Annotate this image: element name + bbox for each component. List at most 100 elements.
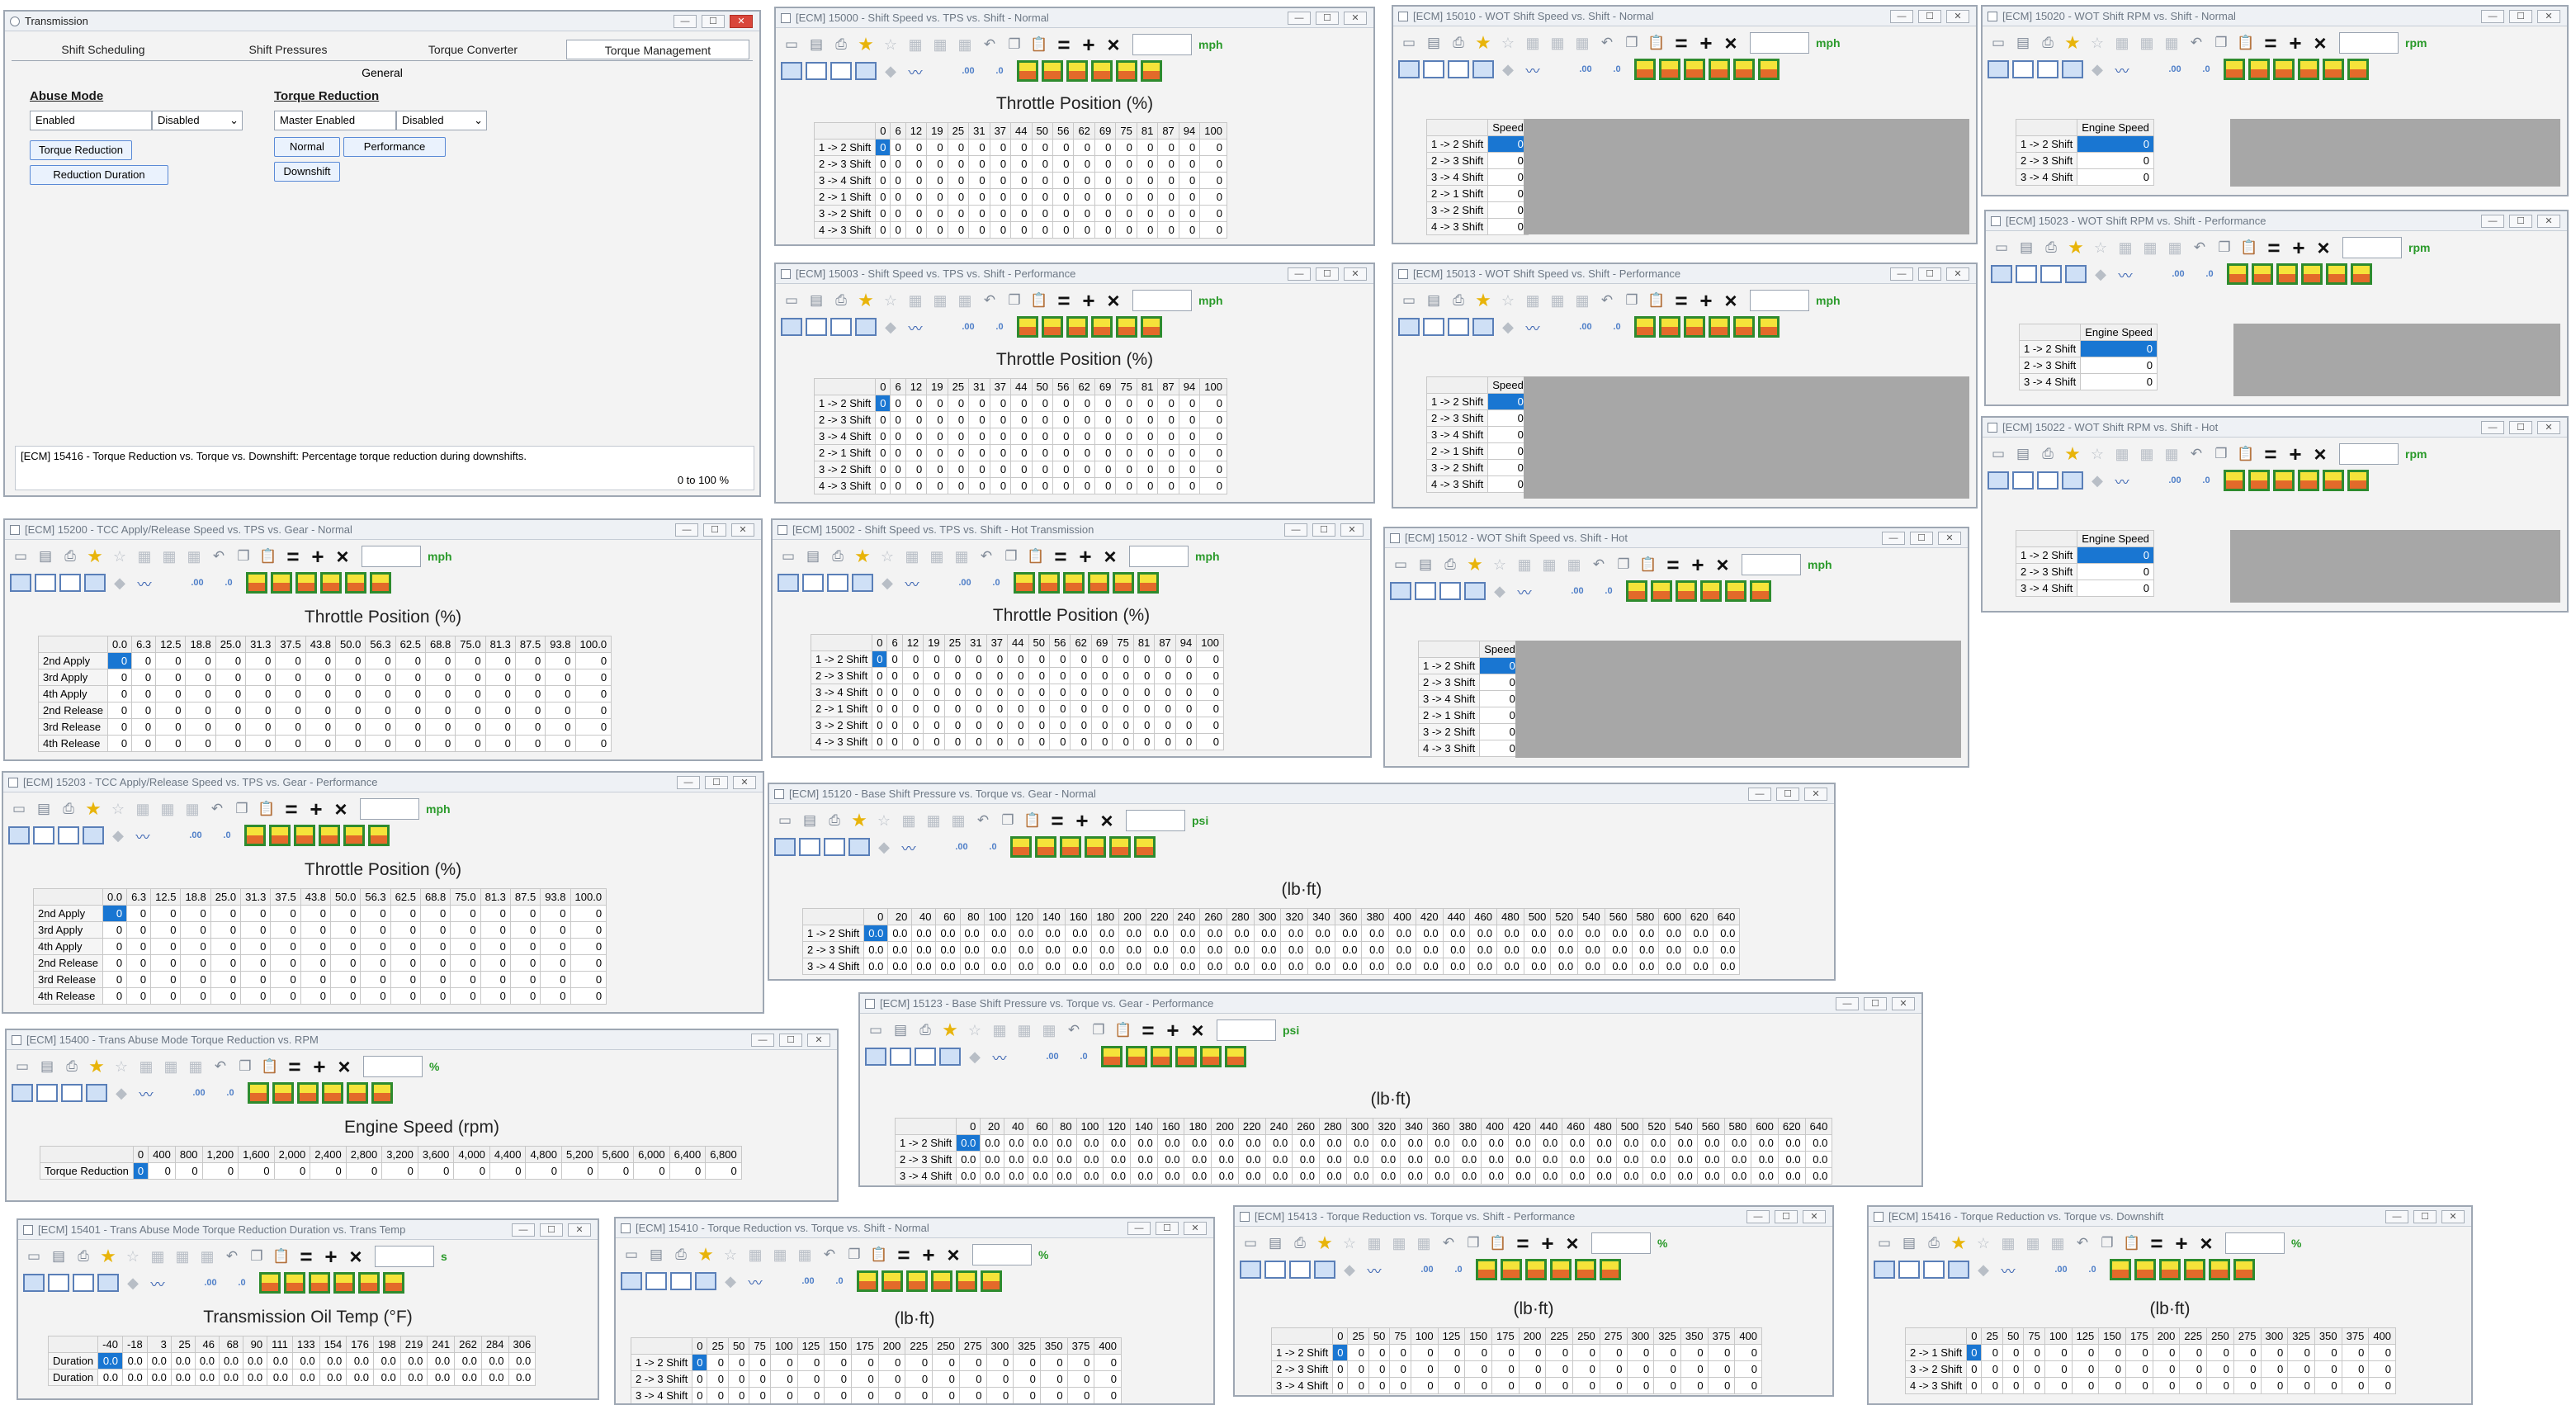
value-input[interactable] — [363, 1056, 423, 1077]
data-cell[interactable]: 0 — [1136, 139, 1159, 156]
data-cell[interactable]: 0 — [901, 717, 924, 734]
data-cell[interactable]: 0 — [1154, 684, 1176, 701]
data-cell[interactable]: 0 — [360, 954, 391, 972]
color-map-icon[interactable] — [272, 1082, 294, 1104]
data-cell[interactable]: 0 — [1094, 477, 1117, 494]
color-map-icon[interactable] — [1137, 572, 1159, 594]
data-cell[interactable]: 0 — [238, 1162, 275, 1180]
grid-icon[interactable]: ▦ — [1388, 1232, 1410, 1254]
data-cell[interactable]: 0 — [1491, 1344, 1520, 1361]
data-cell[interactable]: 0 — [1626, 1360, 1655, 1378]
plus-icon[interactable]: + — [320, 1244, 342, 1269]
data-cell[interactable]: 0 — [1010, 205, 1033, 222]
equals-icon[interactable]: = — [284, 1054, 305, 1079]
tab-shift-pressures[interactable]: Shift Pressures — [196, 40, 380, 59]
data-cell[interactable]: 0 — [201, 1162, 239, 1180]
data-cell[interactable]: 0 — [1052, 155, 1075, 173]
data-cell[interactable]: 0 — [300, 971, 332, 988]
data-cell[interactable]: 0 — [360, 971, 391, 988]
data-cell[interactable]: 0 — [484, 702, 516, 719]
print-icon[interactable]: ⎙ — [2040, 237, 2062, 258]
equals-icon[interactable]: = — [893, 1242, 915, 1267]
data-cell[interactable]: 0 — [1028, 667, 1050, 684]
diamond-icon[interactable]: ◆ — [1497, 316, 1519, 338]
color-map-icon[interactable] — [1060, 836, 1081, 858]
data-cell[interactable]: 0 — [450, 921, 481, 939]
color-map-icon[interactable] — [1634, 316, 1656, 338]
data-cell[interactable]: 0 — [989, 205, 1012, 222]
data-cell[interactable]: 0 — [890, 221, 906, 239]
data-cell[interactable]: 0 — [947, 205, 970, 222]
data-cell[interactable]: 0 — [958, 1387, 987, 1403]
data-cell[interactable]: 0 — [1487, 201, 1529, 219]
data-cell[interactable]: 0 — [210, 938, 242, 955]
plus-icon[interactable]: + — [1537, 1231, 1558, 1256]
data-cell[interactable]: 0 — [965, 733, 987, 750]
print-icon[interactable]: ⎙ — [1448, 32, 1469, 54]
grid-icon[interactable]: ▦ — [1547, 290, 1568, 311]
data-cell[interactable]: 0 — [1157, 428, 1179, 445]
data-cell[interactable]: 0 — [1178, 477, 1201, 494]
grid-icon[interactable]: ▦ — [905, 34, 926, 55]
data-cell[interactable]: 0 — [1479, 707, 1520, 724]
value-input[interactable] — [1742, 554, 1801, 575]
data-cell[interactable]: 0 — [2233, 1377, 2262, 1394]
data-cell[interactable]: 0.0 — [454, 1369, 482, 1386]
data-cell[interactable]: 0 — [965, 684, 987, 701]
data-cell[interactable]: 0 — [155, 685, 187, 702]
diamond-icon[interactable]: ◆ — [880, 316, 901, 338]
data-cell[interactable]: 0 — [335, 669, 366, 686]
save-icon[interactable]: ▤ — [1264, 1232, 1286, 1254]
layout-icon[interactable] — [1264, 1261, 1286, 1279]
layout-icon[interactable] — [939, 1048, 961, 1066]
data-cell[interactable]: 0 — [1572, 1377, 1600, 1394]
data-cell[interactable]: 0 — [749, 1370, 771, 1388]
decimal-increase-icon[interactable]: .00 — [2161, 59, 2189, 80]
data-cell[interactable]: 0 — [947, 395, 970, 412]
data-cell[interactable]: 0.0 — [1345, 1151, 1374, 1168]
data-cell[interactable]: 0 — [1178, 155, 1201, 173]
plus-icon[interactable]: + — [2288, 235, 2309, 260]
color-map-icon[interactable] — [2273, 59, 2295, 80]
star-icon[interactable]: ★ — [83, 798, 104, 820]
multiply-icon[interactable]: × — [1720, 288, 1742, 313]
color-map-icon[interactable] — [347, 1082, 368, 1104]
data-cell[interactable]: 0 — [305, 669, 337, 686]
data-cell[interactable]: 0.0 — [508, 1369, 536, 1386]
tr-downshift-button[interactable]: Downshift — [274, 162, 340, 182]
abuse-torque-reduction-button[interactable]: Torque Reduction — [30, 140, 132, 160]
data-cell[interactable]: 0 — [305, 685, 337, 702]
layout-icon[interactable] — [1439, 582, 1461, 600]
data-cell[interactable]: 0 — [1010, 477, 1033, 494]
data-cell[interactable]: 0 — [1653, 1377, 1681, 1394]
color-map-icon[interactable] — [1676, 580, 1697, 602]
color-map-icon[interactable] — [2248, 59, 2270, 80]
layout-icon[interactable] — [83, 826, 104, 844]
data-cell[interactable]: 0 — [872, 717, 888, 734]
data-cell[interactable]: 0 — [1966, 1344, 1983, 1361]
data-cell[interactable]: 0 — [106, 669, 133, 686]
data-cell[interactable]: 0 — [1052, 411, 1075, 428]
value-input[interactable] — [362, 546, 421, 567]
data-cell[interactable]: 0.0 — [121, 1369, 148, 1386]
copy-icon[interactable]: ❐ — [1621, 32, 1642, 54]
data-cell[interactable]: 0 — [102, 971, 128, 988]
data-cell[interactable]: 0 — [1199, 444, 1227, 461]
data-cell[interactable]: 0 — [1048, 717, 1071, 734]
diamond-icon[interactable]: ◆ — [2087, 470, 2108, 491]
maximize-button[interactable]: ☐ — [2509, 421, 2532, 434]
data-cell[interactable]: 0 — [1545, 1377, 1574, 1394]
data-cell[interactable]: 0.0 — [1028, 1134, 1053, 1152]
data-cell[interactable]: 0 — [545, 735, 576, 752]
data-cell[interactable]: 0 — [875, 188, 891, 206]
data-cell[interactable]: 0 — [305, 735, 337, 752]
data-cell[interactable]: 0 — [484, 718, 516, 736]
data-cell[interactable]: 0 — [395, 718, 426, 736]
data-cell[interactable]: 0 — [985, 700, 1009, 717]
data-cell[interactable]: 0.0 — [170, 1352, 196, 1370]
value-input[interactable] — [1217, 1019, 1276, 1041]
data-cell[interactable]: 0.0 — [1172, 941, 1201, 958]
data-cell[interactable]: 0 — [545, 669, 576, 686]
data-cell[interactable]: 0.0 — [1264, 1167, 1293, 1185]
data-cell[interactable]: 0 — [1199, 221, 1227, 239]
